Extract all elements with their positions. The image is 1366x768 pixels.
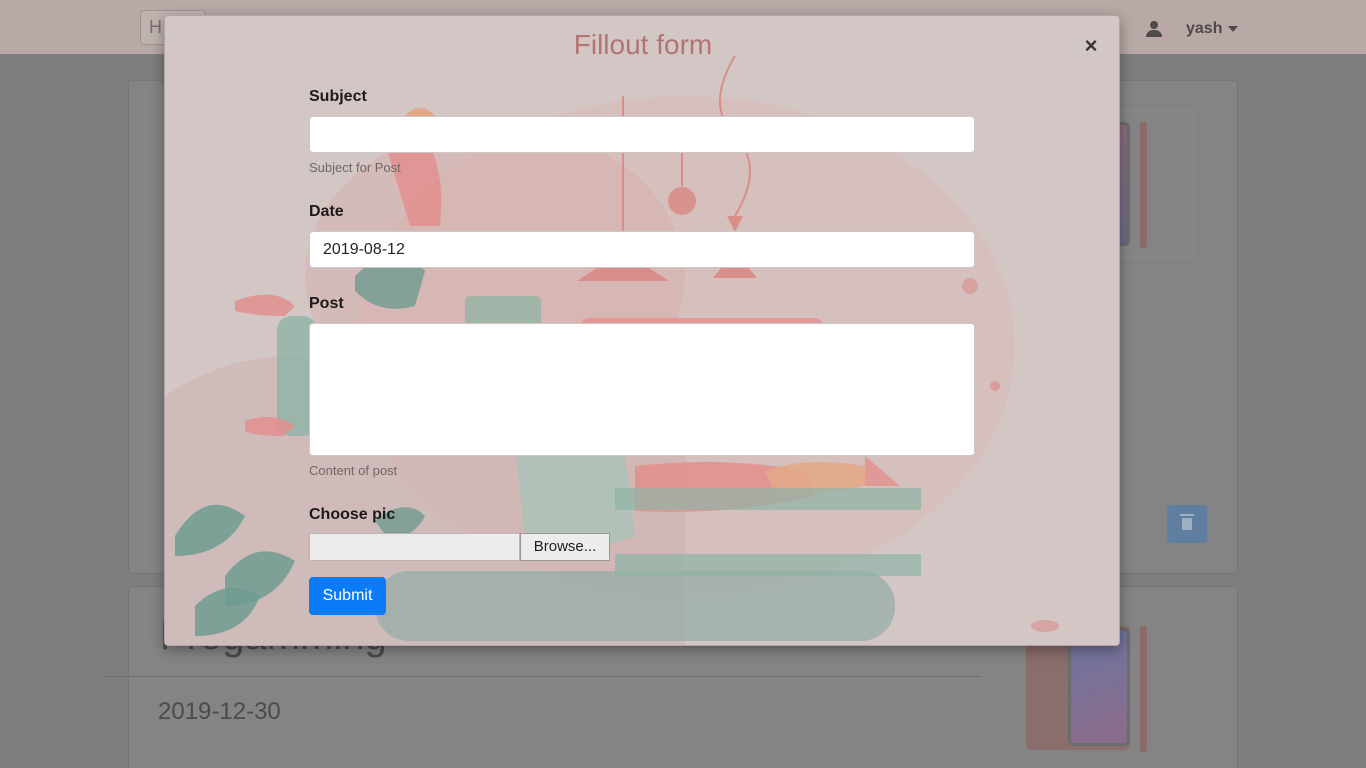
trash-icon — [1180, 514, 1194, 530]
subject-input[interactable] — [309, 116, 975, 153]
divider — [105, 676, 981, 677]
date-label: Date — [309, 203, 344, 220]
browse-button[interactable]: Browse... — [520, 533, 610, 561]
user-icon — [1146, 21, 1162, 37]
user-name: yash — [1186, 20, 1223, 37]
caret-down-icon — [1228, 26, 1239, 32]
fillout-form-modal: Fillout form × Subject Subject for Post … — [164, 15, 1120, 646]
post-date: 2019-12-30 — [158, 698, 281, 725]
date-input[interactable] — [309, 231, 975, 268]
delete-button[interactable] — [1167, 505, 1207, 543]
post-label: Post — [309, 295, 344, 312]
phone-side-image — [1140, 626, 1147, 752]
modal-title: Fillout form — [573, 29, 713, 60]
close-button[interactable]: × — [1080, 33, 1102, 59]
choose-pic-label: Choose pic — [309, 506, 396, 523]
phone-side-image — [1140, 122, 1147, 248]
subject-label: Subject — [309, 88, 367, 105]
post-textarea[interactable] — [309, 323, 975, 456]
subject-help-text: Subject for Post — [309, 160, 401, 175]
file-name-display[interactable] — [309, 533, 520, 561]
post-help-text: Content of post — [309, 463, 398, 478]
user-menu[interactable]: yash — [1146, 18, 1239, 40]
submit-button[interactable]: Submit — [309, 577, 386, 615]
